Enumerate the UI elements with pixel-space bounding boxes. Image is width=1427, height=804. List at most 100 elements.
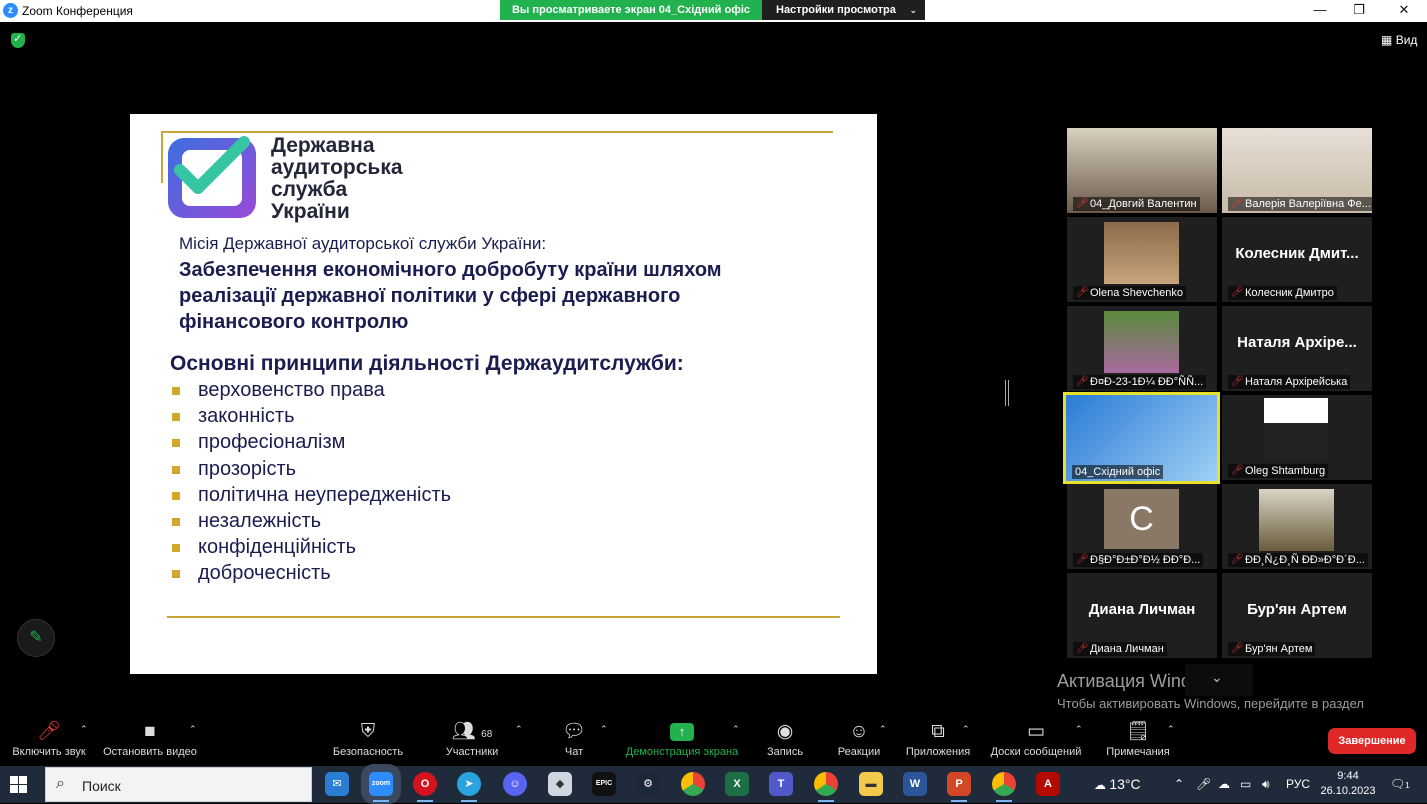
list-item: прозорість (170, 457, 451, 483)
mail-icon[interactable]: ✉ (325, 772, 349, 796)
chevron-up-icon: ⌃ (80, 724, 88, 734)
participant-name: 🎤︎ Наталя Архірейська (1228, 375, 1351, 389)
annotate-pen-icon[interactable]: ✎ (17, 619, 55, 657)
notifications-icon[interactable]: 🗨︎1 (1390, 766, 1410, 804)
chrome-icon[interactable] (681, 772, 705, 796)
file-explorer-icon[interactable]: ▬ (859, 772, 883, 796)
steam-icon[interactable]: ⚙ (636, 772, 660, 796)
excel-icon[interactable]: X (725, 772, 749, 796)
chevron-up-icon: ⌃ (515, 724, 523, 734)
chevron-down-icon: ⌄ (909, 5, 917, 15)
acrobat-icon[interactable]: A (1036, 772, 1060, 796)
muted-mic-icon: 🎤︎ (1231, 376, 1244, 387)
notes-icon: 🗒︎ (1125, 721, 1151, 742)
apps-button[interactable]: ⧉ Приложения ⌃ (902, 716, 974, 758)
muted-mic-icon: 🎤︎ (1076, 198, 1089, 209)
chrome-alt-icon[interactable] (814, 772, 838, 802)
windows-start-icon[interactable] (10, 776, 28, 794)
participant-tile[interactable]: Бур'ян Артем 🎤︎ Бур'ян Артем (1222, 573, 1372, 658)
record-button[interactable]: ◉ Запись (765, 716, 805, 758)
chevron-up-icon: ⌃ (962, 724, 970, 734)
participant-name: 🎤︎ Валерія Валеріївна Фе... (1228, 197, 1372, 211)
people-icon: 👥︎ 68 (451, 721, 493, 742)
participant-display-name: Диана Личман (1088, 601, 1196, 618)
participant-tile[interactable]: 🎤︎ 04_Довгий Валентин (1067, 128, 1217, 213)
opera-icon[interactable]: O (413, 772, 437, 802)
view-options-label: Настройки просмотра (776, 4, 896, 16)
epic-games-icon[interactable]: EPIC (592, 772, 616, 796)
word-icon[interactable]: W (903, 772, 927, 796)
reactions-button[interactable]: ☺ Реакции ⌃ (835, 716, 887, 758)
principles-list: верховенство права законність професіона… (170, 378, 451, 588)
muted-mic-icon: 🎤︎ (1076, 376, 1089, 387)
unmute-button[interactable]: 🎤︎ Включить звук ⌃ (8, 716, 90, 758)
list-item: політична неупередженість (170, 483, 451, 509)
taskbar-clock[interactable]: 9:44 26.10.2023 (1318, 769, 1378, 799)
tray-overflow-icon[interactable]: ⌃ (1174, 766, 1184, 803)
participant-tile[interactable]: 🎤︎ Oleg Shtamburg (1222, 395, 1372, 480)
chevron-up-icon: ⌃ (600, 724, 608, 734)
stop-video-button[interactable]: ■ Остановить видео ⌃ (101, 716, 199, 758)
gallery-pager[interactable]: ⌄ (1185, 664, 1253, 696)
participant-tile[interactable]: 🎤︎ ÐÐ¸Ñ¿Ð¸Ñ ÐÐ»Ð°Ð´Ð... (1222, 484, 1372, 569)
maximize-button[interactable]: ❐ (1336, 0, 1382, 22)
end-meeting-button[interactable]: Завершение (1328, 728, 1416, 754)
participant-display-name: Бур'ян Артем (1247, 601, 1347, 618)
view-button[interactable]: ▦ Вид (1381, 33, 1417, 47)
discord-icon[interactable]: ☺ (503, 772, 527, 796)
panel-resize-handle[interactable] (1005, 380, 1009, 406)
whiteboards-button[interactable]: ▭ Доски сообщений ⌃ (985, 716, 1087, 758)
participant-tile[interactable]: C 🎤︎ Ð§Ð°Ð±Ð°Ð½ ÐÐ°Ð... (1067, 484, 1217, 569)
close-button[interactable]: ✕ (1381, 0, 1427, 22)
list-item: професіоналізм (170, 430, 451, 456)
participant-display-name: Колесник Дмит... (1235, 245, 1359, 262)
chrome-profile-icon[interactable] (992, 772, 1016, 802)
taskbar-search-input[interactable]: ⌕ Поиск (45, 767, 312, 802)
muted-mic-icon: 🎤︎ (1231, 287, 1244, 298)
participant-name: 🎤︎ Olena Shevchenko (1073, 286, 1186, 300)
window-title-bar: z Zoom Конференция Вы просматриваете экр… (0, 0, 1427, 22)
participant-tile[interactable]: Диана Личман 🎤︎ Диана Личман (1067, 573, 1217, 658)
network-tray-icon[interactable]: ☁ (1218, 766, 1230, 803)
search-icon: ⌕ (56, 775, 65, 792)
volume-tray-icon[interactable]: 🔊︎ (1262, 766, 1270, 803)
slide-top-rule (161, 131, 833, 133)
powerpoint-icon[interactable]: P (947, 772, 971, 802)
participant-tile[interactable]: Наталя Архіре... 🎤︎ Наталя Архірейська (1222, 306, 1372, 391)
participant-name: 🎤︎ ÐÐ¸Ñ¿Ð¸Ñ ÐÐ»Ð°Ð´Ð... (1228, 553, 1368, 567)
list-item: незалежність (170, 509, 451, 535)
security-shield-icon[interactable] (11, 32, 25, 48)
view-button-label: Вид (1395, 33, 1418, 47)
participant-tile[interactable]: 🎤︎ Olena Shevchenko (1067, 217, 1217, 302)
participant-tile[interactable]: 🎤︎ Ð¤Ð-23-1Ð¼ ÐÐ°ÑÑ... (1067, 306, 1217, 391)
view-options-button[interactable]: Настройки просмотра ⌄ (762, 0, 925, 20)
chevron-up-icon: ⌃ (1075, 724, 1083, 734)
participant-name: 04_Східний офіс (1072, 465, 1164, 479)
chevron-up-icon: ⌃ (879, 724, 887, 734)
checkmark-logo-icon (174, 136, 250, 194)
participant-name: 🎤︎ Ð§Ð°Ð±Ð°Ð½ ÐÐ°Ð... (1073, 553, 1204, 567)
record-icon: ◉ (776, 721, 794, 742)
participant-tile-active-speaker[interactable]: 04_Східний офіс (1063, 392, 1220, 484)
muted-mic-icon: 🎤︎ (36, 721, 62, 742)
security-button[interactable]: ⛨ Безопасность (330, 716, 406, 758)
telegram-icon[interactable]: ➤ (457, 772, 481, 802)
share-arrow-icon: ↑ (622, 716, 742, 746)
weather-widget[interactable]: ☁ 13°C (1094, 766, 1141, 804)
muted-mic-icon: 🎤︎ (1231, 643, 1244, 654)
share-screen-button[interactable]: ↑ Демонстрация экрана ⌃ (622, 716, 742, 758)
participants-button[interactable]: 👥︎ 68 Участники ⌃ (441, 716, 523, 758)
chat-button[interactable]: 💬︎ Чат ⌃ (558, 716, 608, 758)
slide-left-rule (161, 131, 163, 183)
microphone-tray-icon[interactable]: 🎤︎ (1196, 766, 1211, 803)
participant-tile[interactable]: 🎤︎ Валерія Валеріївна Фе... (1222, 128, 1372, 213)
weather-cloud-icon: ☁ (1094, 778, 1106, 792)
notes-button[interactable]: 🗒︎ Примечания ⌃ (1101, 716, 1175, 758)
zoom-icon[interactable]: zoom (369, 772, 393, 802)
roblox-icon[interactable]: ◆ (548, 772, 572, 796)
window-title: Zoom Конференция (22, 4, 133, 18)
teams-icon[interactable]: T (769, 772, 793, 796)
participant-tile[interactable]: Колесник Дмит... 🎤︎ Колесник Дмитро (1222, 217, 1372, 302)
language-indicator[interactable]: РУС (1286, 766, 1310, 803)
battery-tray-icon[interactable]: ▭ (1240, 766, 1251, 803)
